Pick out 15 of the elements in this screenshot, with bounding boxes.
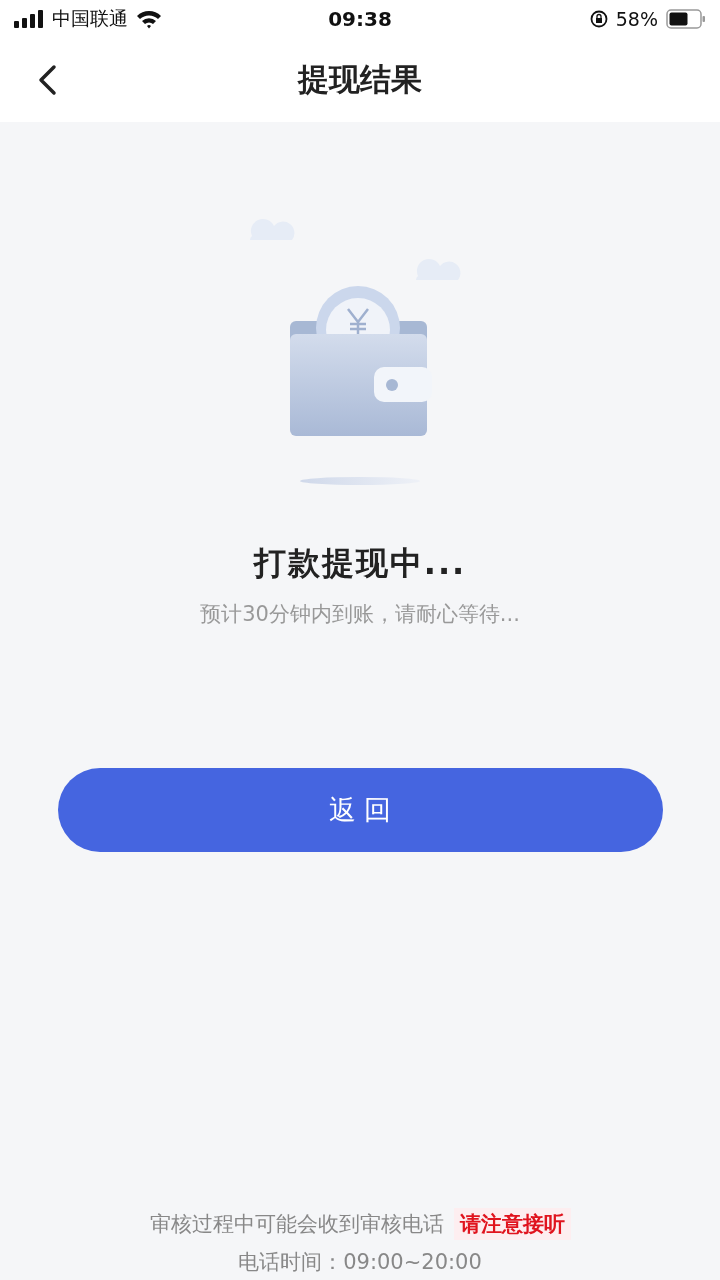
answer-call-notice: 请注意接听 <box>453 1208 571 1240</box>
back-icon[interactable] <box>36 64 58 96</box>
status-subtitle: 预计30分钟内到账，请耐心等待... <box>200 601 520 628</box>
page-title: 提现结果 <box>298 60 422 99</box>
signal-icon <box>14 10 44 28</box>
rotation-lock-icon <box>589 10 608 28</box>
call-hours: 电话时间：09:00~20:00 <box>238 1249 482 1276</box>
wifi-icon <box>136 9 162 29</box>
status-title: 打款提现中... <box>253 543 467 584</box>
battery-percent: 58% <box>615 8 658 30</box>
review-notice: 审核过程中可能会收到审核电话 <box>149 1211 444 1238</box>
clock-time: 09:38 <box>328 7 392 31</box>
return-button[interactable]: 返 回 <box>57 768 663 852</box>
battery-icon <box>666 9 706 29</box>
carrier-name: 中国联通 <box>52 6 128 31</box>
